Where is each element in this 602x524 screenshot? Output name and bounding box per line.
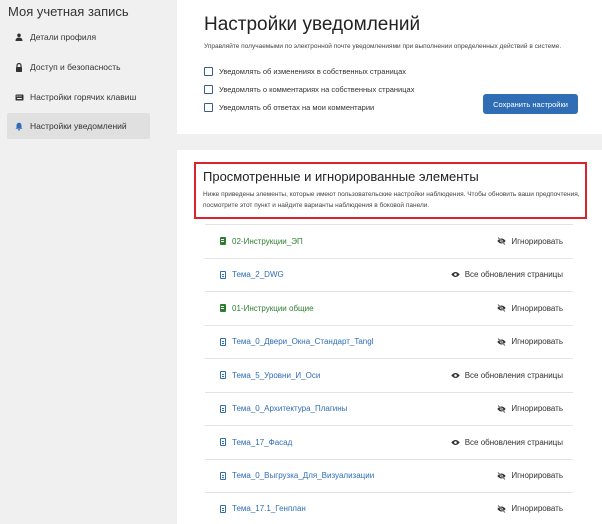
sidebar-item-label: Детали профиля — [30, 32, 97, 42]
eye-slash-icon — [497, 237, 511, 246]
watch-status[interactable]: Все обновления страницы — [450, 437, 563, 447]
eye-slash-icon — [497, 304, 511, 313]
bell-icon — [11, 122, 27, 131]
sidebar-item-profile[interactable]: Детали профиля — [7, 24, 150, 50]
item-link[interactable]: Тема_17_Фасад — [232, 438, 292, 447]
eye-slash-icon — [497, 504, 511, 513]
sidebar: Моя учетная запись Детали профиля Доступ… — [0, 0, 160, 524]
watch-status-label: Все обновления страницы — [464, 437, 563, 447]
list-item: Тема_5_Уровни_И_Оси Все обновления страни… — [205, 358, 573, 392]
checkbox[interactable] — [204, 67, 213, 76]
page-icon — [220, 404, 226, 413]
watch-status[interactable]: Игнорировать — [497, 471, 563, 480]
space-icon — [220, 304, 226, 313]
option-label: Уведомлять об изменениях в собственных с… — [219, 67, 406, 76]
list-item: Тема_0_Выгрузка_Для_Визуализации Игнориро… — [205, 458, 573, 493]
sidebar-item-label: Настройки уведомлений — [30, 121, 127, 131]
list-item: Тема_0_Двери_Окна_Стандарт_Tangl Игнориро… — [205, 324, 573, 359]
option-comment-replies[interactable]: Уведомлять об ответах на мои комментарии — [204, 103, 374, 112]
sidebar-title: Моя учетная запись — [8, 4, 129, 19]
checkbox[interactable] — [204, 85, 213, 94]
item-link[interactable]: Тема_0_Двери_Окна_Стандарт_Tangl — [232, 337, 373, 346]
watch-status[interactable]: Игнорировать — [497, 504, 563, 513]
watch-status-label: Игнорировать — [511, 404, 563, 414]
notification-settings-card: Настройки уведомлений Управляйте получае… — [177, 0, 602, 134]
page-icon — [220, 270, 226, 279]
page-title: Настройки уведомлений — [204, 14, 421, 35]
watched-items-card: Просмотренные и игнорированные элементы … — [177, 150, 602, 524]
highlighted-section-header: Просмотренные и игнорированные элементы … — [194, 162, 587, 219]
page-icon — [220, 504, 226, 513]
option-own-page-changes[interactable]: Уведомлять об изменениях в собственных с… — [204, 67, 406, 76]
watched-items-list: 02-Инструкции_ЭП Игнорировать Тема_2_DWG Вс… — [205, 224, 573, 524]
eye-icon — [450, 439, 465, 446]
keyboard-icon — [11, 94, 27, 101]
eye-icon — [450, 372, 465, 379]
list-item: Тема_2_DWG Все обновления страницы — [205, 257, 573, 292]
watch-status-label: Игнорировать — [511, 303, 563, 313]
section-description: Ниже приведены элементы, которые имеют п… — [203, 191, 580, 209]
item-link[interactable]: Тема_0_Выгрузка_Для_Визуализации — [232, 471, 374, 480]
list-item: Тема_17.1_Генплан Игнорировать — [205, 492, 573, 524]
item-link[interactable]: Тема_2_DWG — [232, 270, 284, 279]
list-item: 02-Инструкции_ЭП Игнорировать — [205, 224, 573, 258]
list-item: Тема_0_Архитектура_Плагины Игнорировать — [205, 391, 573, 426]
watch-status-label: Все обновления страницы — [464, 370, 563, 380]
watch-status[interactable]: Все обновления страницы — [450, 370, 563, 380]
space-icon — [220, 237, 226, 246]
watch-status-label: Игнорировать — [511, 337, 563, 347]
watch-status-label: Игнорировать — [511, 471, 563, 481]
sidebar-item-security[interactable]: Доступ и безопасность — [7, 54, 150, 80]
watch-status[interactable]: Игнорировать — [497, 337, 563, 346]
watch-status-label: Игнорировать — [511, 504, 563, 514]
sidebar-item-notifications[interactable]: Настройки уведомлений — [7, 113, 150, 139]
page-icon — [220, 438, 226, 447]
item-link[interactable]: Тема_5_Уровни_И_Оси — [232, 371, 320, 380]
page-icon — [220, 337, 226, 346]
list-item: Тема_17_Фасад Все обновления страницы — [205, 425, 573, 459]
section-title: Просмотренные и игнорированные элементы — [203, 169, 479, 184]
item-link[interactable]: Тема_0_Архитектура_Плагины — [232, 404, 347, 413]
watch-status[interactable]: Игнорировать — [497, 404, 563, 413]
save-settings-button[interactable]: Сохранить настройки — [483, 94, 578, 114]
checkbox[interactable] — [204, 103, 213, 112]
option-label: Уведомлять об ответах на мои комментарии — [219, 103, 375, 112]
item-link[interactable]: 02-Инструкции_ЭП — [232, 237, 303, 246]
eye-slash-icon — [497, 404, 511, 413]
notifications-description: Управляйте получаемыми по электронной по… — [204, 43, 562, 50]
eye-slash-icon — [497, 471, 511, 480]
lock-icon — [11, 62, 27, 72]
eye-slash-icon — [497, 337, 511, 346]
sidebar-item-hotkeys[interactable]: Настройки горячих клавиш — [7, 84, 150, 110]
option-own-page-comments[interactable]: Уведомлять о комментариях на собственных… — [204, 85, 414, 94]
page-icon — [220, 371, 226, 380]
item-link[interactable]: Тема_17.1_Генплан — [232, 504, 306, 513]
list-item: 01-Инструкции общие Игнорировать — [205, 291, 573, 325]
eye-icon — [450, 271, 465, 278]
watch-status[interactable]: Игнорировать — [497, 237, 563, 246]
page-icon — [220, 471, 226, 480]
watch-status[interactable]: Игнорировать — [497, 304, 563, 313]
sidebar-item-label: Доступ и безопасность — [30, 62, 121, 72]
sidebar-item-label: Настройки горячих клавиш — [30, 92, 137, 102]
watch-status-label: Игнорировать — [511, 236, 563, 246]
watch-status-label: Все обновления страницы — [464, 270, 563, 280]
item-link[interactable]: 01-Инструкции общие — [232, 304, 314, 313]
watch-status[interactable]: Все обновления страницы — [450, 270, 563, 280]
option-label: Уведомлять о комментариях на собственных… — [219, 85, 415, 94]
user-icon — [11, 33, 27, 41]
